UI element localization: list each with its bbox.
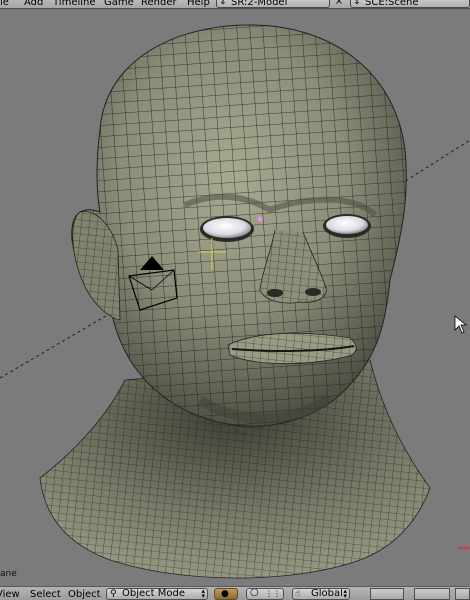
scene-dropdown-icon: ⇕ xyxy=(353,0,361,7)
scene-selector[interactable]: ⇕ SCE:Scene xyxy=(350,0,470,8)
menu-object[interactable]: Object xyxy=(68,589,101,600)
screen-name: SR:2-Model xyxy=(231,0,288,8)
object-mode-icon: ⚲ xyxy=(110,589,117,599)
scene-name: SCE:Scene xyxy=(365,0,419,8)
hand-icon: ☝ xyxy=(295,589,301,599)
layer-buttons-row2[interactable] xyxy=(414,588,450,600)
pivot-button[interactable]: ○ ⋮⋮ xyxy=(246,588,284,600)
mouse-pointer-icon xyxy=(454,315,468,334)
snap-grid-icon: ⋮⋮ xyxy=(265,589,281,598)
mode-dropdown[interactable]: ⚲ Object Mode ▴ ▾ xyxy=(106,588,208,600)
shading-button[interactable]: ● xyxy=(214,588,238,600)
menu-render[interactable]: Render xyxy=(141,0,177,8)
screen-dropdown-icon: ⇕ xyxy=(219,0,227,7)
active-object-name: ane xyxy=(0,569,17,579)
pivot-icon: ○ xyxy=(250,588,259,598)
screen-selector[interactable]: ⇕ SR:2-Model xyxy=(216,0,330,8)
layer-buttons-row3[interactable] xyxy=(455,588,470,600)
mode-value: Object Mode xyxy=(122,588,185,599)
viewport-canvas xyxy=(0,24,470,579)
menu-help[interactable]: Help xyxy=(187,0,210,8)
orientation-value: Global xyxy=(311,588,343,599)
screen-close-icon[interactable]: × xyxy=(333,0,345,8)
info-header: le Add Timeline Game Render Help ⇕ SR:2-… xyxy=(0,0,470,9)
menu-view[interactable]: View xyxy=(0,589,20,600)
menu-timeline[interactable]: Timeline xyxy=(53,0,96,8)
menu-file[interactable]: le xyxy=(0,0,9,8)
menu-game[interactable]: Game xyxy=(104,0,134,8)
shading-icon: ● xyxy=(221,589,229,599)
menu-select[interactable]: Select xyxy=(30,589,61,600)
layer-buttons-row1[interactable] xyxy=(370,588,404,600)
lamp-object xyxy=(257,216,263,222)
3d-view-header: View Select Object ⚲ Object Mode ▴▾ ● ○ … xyxy=(0,586,470,600)
dropdown-arrows-icon: ▴ ▾ xyxy=(201,588,205,600)
orientation-dropdown[interactable]: ☝ Global ▴ ▾ xyxy=(292,588,350,600)
menu-add[interactable]: Add xyxy=(24,0,43,8)
3d-viewport[interactable]: ane xyxy=(0,10,470,586)
object-origin-marker xyxy=(458,546,470,550)
orientation-arrows-icon: ▴ ▾ xyxy=(343,588,347,600)
